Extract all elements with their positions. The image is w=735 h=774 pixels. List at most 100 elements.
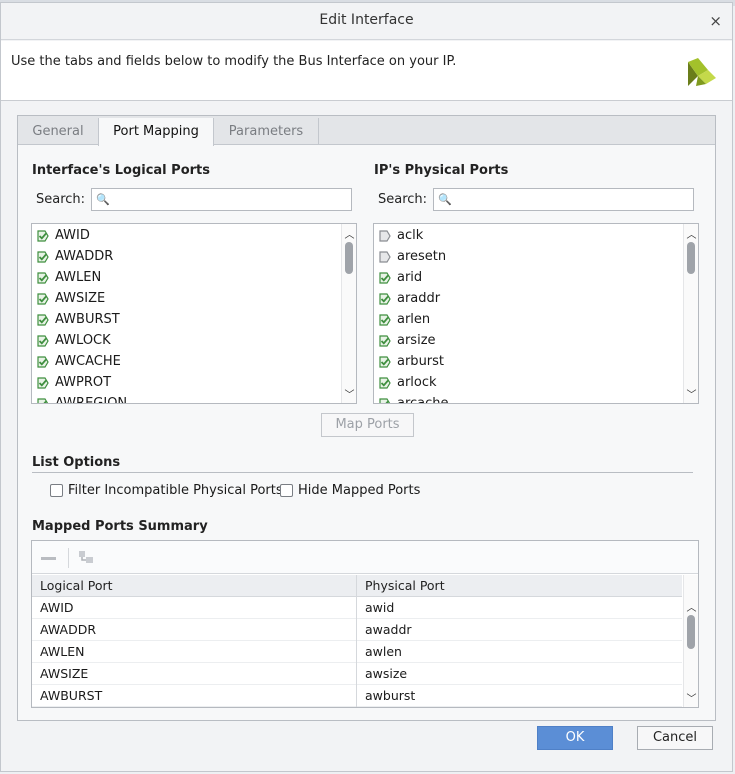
filter-incompatible-label: Filter Incompatible Physical Ports (68, 483, 283, 498)
logical-port-name: AWSIZE (55, 291, 106, 306)
table-row[interactable]: AWSIZE awsize (32, 663, 682, 685)
column-physical-port[interactable]: Physical Port (365, 578, 445, 593)
tab-port-mapping-label: Port Mapping (113, 124, 199, 139)
physical-port-name: arid (397, 270, 423, 285)
mapped-port-icon (37, 229, 49, 242)
logical-port-item[interactable]: AWLOCK (36, 330, 111, 351)
scroll-thumb[interactable] (345, 242, 353, 274)
mapped-port-icon (37, 313, 49, 326)
physical-search-box: 🔍 (433, 188, 694, 211)
cancel-button[interactable]: Cancel (637, 726, 713, 750)
summary-scrollbar[interactable]: ︿ ﹀ (683, 575, 698, 707)
physical-search-input[interactable] (456, 191, 689, 208)
physical-search-label: Search: (378, 192, 428, 207)
physical-port-item[interactable]: aclk (378, 225, 423, 246)
logical-port-item[interactable]: AWSIZE (36, 288, 105, 309)
logical-ports-title: Interface's Logical Ports (32, 163, 210, 178)
logical-port-name: AWCACHE (55, 354, 121, 369)
logical-ports-list[interactable]: ︿ ﹀ AWID AWADDR AWLEN AWSIZE AWBURST AWLOCK AW… (31, 223, 357, 404)
port-icon (379, 250, 391, 263)
logical-list-scrollbar[interactable]: ︿ ﹀ (341, 224, 356, 403)
ok-button[interactable]: OK (537, 726, 613, 750)
scroll-up-icon[interactable]: ︿ (344, 226, 355, 241)
mapped-port-icon (379, 292, 391, 305)
physical-ports-list[interactable]: ︿ ﹀ aclk aresetn arid araddr arlen arsize arbu… (373, 223, 699, 404)
logical-port-name: AWBURST (55, 312, 120, 327)
physical-port-item[interactable]: arburst (378, 351, 444, 372)
logical-port-item[interactable]: AWID (36, 225, 90, 246)
scroll-thumb[interactable] (687, 242, 695, 274)
logical-port-cell: AWSIZE (40, 666, 89, 681)
hide-mapped-label: Hide Mapped Ports (298, 483, 421, 498)
scroll-down-icon[interactable]: ﹀ (686, 690, 697, 705)
mapped-port-icon (37, 355, 49, 368)
mapped-port-icon (379, 376, 391, 389)
physical-ports-title: IP's Physical Ports (374, 163, 509, 178)
physical-port-name: arlock (397, 375, 437, 390)
physical-port-name: arlen (397, 312, 431, 327)
search-icon: 🔍 (438, 193, 452, 206)
logical-port-item[interactable]: AWCACHE (36, 351, 121, 372)
physical-port-cell: awburst (365, 688, 416, 703)
mapped-summary-panel: Logical Port Physical Port AWID awid AWADD… (31, 540, 699, 708)
title-bar: Edit Interface × (1, 3, 732, 40)
logical-port-item[interactable]: AWLEN (36, 267, 101, 288)
physical-port-cell: awaddr (365, 622, 412, 637)
list-options-title: List Options (32, 455, 121, 470)
tab-parameters[interactable]: Parameters (214, 118, 319, 145)
physical-port-cell: awsize (365, 666, 408, 681)
logical-port-cell: AWADDR (40, 622, 97, 637)
port-icon (379, 229, 391, 242)
physical-list-scrollbar[interactable]: ︿ ﹀ (683, 224, 698, 403)
mapped-port-icon (379, 355, 391, 368)
physical-port-item[interactable]: arcache (378, 393, 449, 403)
logical-port-item[interactable]: AWPROT (36, 372, 111, 393)
hide-mapped-checkbox[interactable] (280, 484, 293, 497)
auto-connect-icon[interactable] (77, 548, 95, 566)
physical-port-item[interactable]: arsize (378, 330, 436, 351)
table-row[interactable]: AWBURST awburst (32, 685, 682, 707)
scroll-thumb[interactable] (687, 615, 695, 649)
physical-port-item[interactable]: arlock (378, 372, 437, 393)
tab-general-label: General (32, 124, 84, 139)
filter-incompatible-option[interactable]: Filter Incompatible Physical Ports (50, 483, 283, 498)
search-icon: 🔍 (96, 193, 110, 206)
close-icon[interactable]: × (709, 12, 722, 30)
scroll-down-icon[interactable]: ﹀ (344, 386, 355, 401)
scroll-up-icon[interactable]: ︿ (686, 599, 697, 614)
dialog-header: Use the tabs and fields below to modify … (1, 41, 732, 101)
filter-incompatible-checkbox[interactable] (50, 484, 63, 497)
column-logical-port[interactable]: Logical Port (40, 578, 113, 593)
logical-port-item[interactable]: AWREGION (36, 393, 128, 404)
mapped-port-icon (37, 271, 49, 284)
logical-port-item[interactable]: AWADDR (36, 246, 113, 267)
remove-mapping-icon[interactable] (41, 557, 56, 560)
tab-general[interactable]: General (18, 118, 99, 145)
scroll-down-icon[interactable]: ﹀ (686, 386, 697, 401)
table-header: Logical Port Physical Port (32, 575, 682, 597)
physical-port-item[interactable]: aresetn (378, 246, 446, 267)
physical-port-name: aresetn (397, 249, 447, 264)
logical-search-input[interactable] (114, 191, 347, 208)
table-row[interactable]: AWID awid (32, 597, 682, 619)
mapped-summary-title: Mapped Ports Summary (32, 519, 208, 534)
hide-mapped-option[interactable]: Hide Mapped Ports (280, 483, 420, 498)
physical-port-item[interactable]: araddr (378, 288, 440, 309)
tab-port-mapping[interactable]: Port Mapping (98, 118, 214, 146)
physical-port-item[interactable]: arlen (378, 309, 430, 330)
physical-port-cell: awid (365, 600, 395, 615)
mapped-port-icon (37, 292, 49, 305)
table-row[interactable]: AWLEN awlen (32, 641, 682, 663)
vivado-logo-icon (688, 58, 716, 86)
mapped-port-icon (37, 397, 49, 403)
mapped-port-icon (37, 376, 49, 389)
table-row[interactable]: AWADDR awaddr (32, 619, 682, 641)
physical-port-item[interactable]: arid (378, 267, 422, 288)
logical-port-name: AWREGION (55, 396, 128, 404)
logical-port-item[interactable]: AWBURST (36, 309, 120, 330)
dialog-title: Edit Interface (319, 12, 414, 28)
physical-port-cell: awlen (365, 644, 402, 659)
scroll-up-icon[interactable]: ︿ (686, 226, 697, 241)
map-ports-button[interactable]: Map Ports (321, 413, 414, 437)
mapped-port-icon (379, 397, 391, 403)
